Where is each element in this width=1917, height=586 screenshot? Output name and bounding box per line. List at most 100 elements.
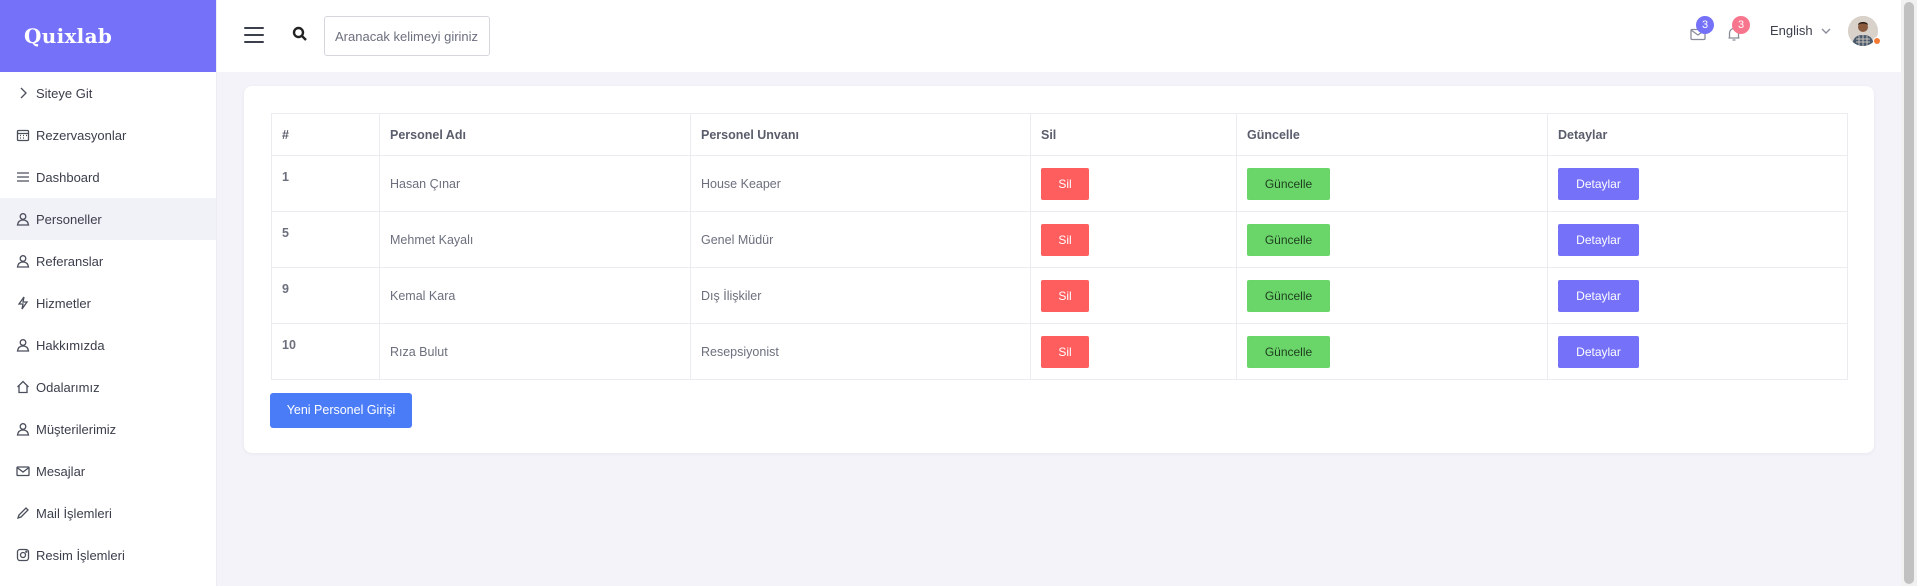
details-button[interactable]: Detaylar <box>1558 223 1639 256</box>
status-indicator <box>1873 37 1881 45</box>
row-title: Genel Müdür <box>690 211 1031 268</box>
scrollbar-thumb[interactable] <box>1904 2 1914 584</box>
column-header-update: Güncelle <box>1236 113 1548 156</box>
column-header-delete: Sil <box>1030 113 1237 156</box>
sidebar-item-mail-islemleri[interactable]: Mail İşlemleri <box>0 492 216 534</box>
sidebar-item-label: Dashboard <box>36 169 100 185</box>
update-button[interactable]: Güncelle <box>1247 167 1330 200</box>
table-header-row: # Personel Adı Personel Unvanı Sil Günce… <box>271 113 1848 156</box>
sidebar-item-dashboard[interactable]: Dashboard <box>0 156 216 198</box>
language-label: English <box>1770 23 1813 38</box>
sidebar-item-resim-islemleri[interactable]: Resim İşlemleri <box>0 534 216 576</box>
sidebar-item-label: Odalarımız <box>36 379 100 395</box>
chevron-right-icon <box>16 86 30 100</box>
table-row: 1 Hasan Çınar House Keaper Sil Güncelle … <box>271 155 1848 212</box>
row-title: Dış İlişkiler <box>690 267 1031 324</box>
mail-notification-icon[interactable]: 3 <box>1690 16 1714 44</box>
sidebar-item-referanslar[interactable]: Referanslar <box>0 240 216 282</box>
delete-button[interactable]: Sil <box>1041 279 1089 312</box>
user-icon <box>16 422 30 436</box>
row-details-cell: Detaylar <box>1547 267 1848 324</box>
sidebar-item-rezervasyonlar[interactable]: Rezervasyonlar <box>0 114 216 156</box>
sidebar: Quixlab Siteye Git Rezervasyonlar Dashbo… <box>0 0 217 586</box>
language-selector[interactable]: English <box>1770 23 1831 38</box>
sidebar-item-label: Resim İşlemleri <box>36 547 125 563</box>
row-name: Mehmet Kayalı <box>379 211 691 268</box>
row-index: 10 <box>271 323 380 380</box>
delete-button[interactable]: Sil <box>1041 167 1089 200</box>
delete-button[interactable]: Sil <box>1041 335 1089 368</box>
calendar-icon <box>16 128 30 142</box>
update-button[interactable]: Güncelle <box>1247 335 1330 368</box>
row-title: Resepsiyonist <box>690 323 1031 380</box>
sidebar-item-odalarimiz[interactable]: Odalarımız <box>0 366 216 408</box>
row-update-cell: Güncelle <box>1236 211 1548 268</box>
row-delete-cell: Sil <box>1030 155 1237 212</box>
table-row: 10 Rıza Bulut Resepsiyonist Sil Güncelle… <box>271 323 1848 380</box>
hamburger-menu-icon[interactable] <box>244 27 264 43</box>
sidebar-item-siteye-git[interactable]: Siteye Git <box>0 72 216 114</box>
details-button[interactable]: Detaylar <box>1558 335 1639 368</box>
row-title: House Keaper <box>690 155 1031 212</box>
user-icon <box>16 254 30 268</box>
chevron-down-icon <box>1821 28 1831 34</box>
row-delete-cell: Sil <box>1030 211 1237 268</box>
personnel-table: # Personel Adı Personel Unvanı Sil Günce… <box>271 113 1848 380</box>
bolt-icon <box>16 296 30 310</box>
bell-icon[interactable]: 3 <box>1726 16 1750 44</box>
column-header-title: Personel Unvanı <box>690 113 1031 156</box>
update-button[interactable]: Güncelle <box>1247 223 1330 256</box>
sidebar-item-musterilerimiz[interactable]: Müşterilerimiz <box>0 408 216 450</box>
sidebar-item-personeller[interactable]: Personeller <box>0 198 216 240</box>
row-update-cell: Güncelle <box>1236 155 1548 212</box>
column-header-index: # <box>271 113 380 156</box>
instagram-icon <box>16 548 30 562</box>
sidebar-item-hakkimizda[interactable]: Hakkımızda <box>0 324 216 366</box>
vertical-scrollbar[interactable] <box>1901 0 1917 586</box>
search-input[interactable] <box>324 16 490 56</box>
sidebar-item-label: Hakkımızda <box>36 337 105 353</box>
home-icon <box>16 380 30 394</box>
update-button[interactable]: Güncelle <box>1247 279 1330 312</box>
row-index: 9 <box>271 267 380 324</box>
sidebar-item-label: Hizmetler <box>36 295 91 311</box>
row-name: Rıza Bulut <box>379 323 691 380</box>
details-button[interactable]: Detaylar <box>1558 167 1639 200</box>
search-icon[interactable] <box>292 26 308 42</box>
details-button[interactable]: Detaylar <box>1558 279 1639 312</box>
mail-badge: 3 <box>1696 16 1714 34</box>
sidebar-item-label: Referanslar <box>36 253 104 269</box>
sidebar-item-label: Rezervasyonlar <box>36 127 127 143</box>
personnel-card: # Personel Adı Personel Unvanı Sil Günce… <box>244 86 1874 453</box>
delete-button[interactable]: Sil <box>1041 223 1089 256</box>
table-row: 9 Kemal Kara Dış İlişkiler Sil Güncelle … <box>271 267 1848 324</box>
row-index: 1 <box>271 155 380 212</box>
column-header-details: Detaylar <box>1547 113 1848 156</box>
new-personnel-button[interactable]: Yeni Personel Girişi <box>270 393 412 428</box>
brand-name: Quixlab <box>24 24 113 48</box>
sidebar-item-label: Mesajlar <box>36 463 86 479</box>
row-details-cell: Detaylar <box>1547 155 1848 212</box>
brand-logo[interactable]: Quixlab <box>0 0 216 72</box>
pencil-icon <box>16 506 30 520</box>
sidebar-item-label: Müşterilerimiz <box>36 421 117 437</box>
row-name: Kemal Kara <box>379 267 691 324</box>
user-icon <box>16 338 30 352</box>
row-details-cell: Detaylar <box>1547 211 1848 268</box>
column-header-name: Personel Adı <box>379 113 691 156</box>
top-header: 3 3 English <box>217 0 1901 72</box>
row-delete-cell: Sil <box>1030 323 1237 380</box>
row-delete-cell: Sil <box>1030 267 1237 324</box>
avatar[interactable] <box>1848 16 1881 46</box>
sidebar-item-mesajlar[interactable]: Mesajlar <box>0 450 216 492</box>
sidebar-item-label: Personeller <box>36 211 102 227</box>
menu-icon <box>16 170 30 184</box>
table-row: 5 Mehmet Kayalı Genel Müdür Sil Güncelle… <box>271 211 1848 268</box>
row-name: Hasan Çınar <box>379 155 691 212</box>
sidebar-item-label: Siteye Git <box>36 85 93 101</box>
row-update-cell: Güncelle <box>1236 267 1548 324</box>
row-update-cell: Güncelle <box>1236 323 1548 380</box>
mail-icon <box>16 464 30 478</box>
sidebar-item-hizmetler[interactable]: Hizmetler <box>0 282 216 324</box>
sidebar-item-label: Mail İşlemleri <box>36 505 112 521</box>
